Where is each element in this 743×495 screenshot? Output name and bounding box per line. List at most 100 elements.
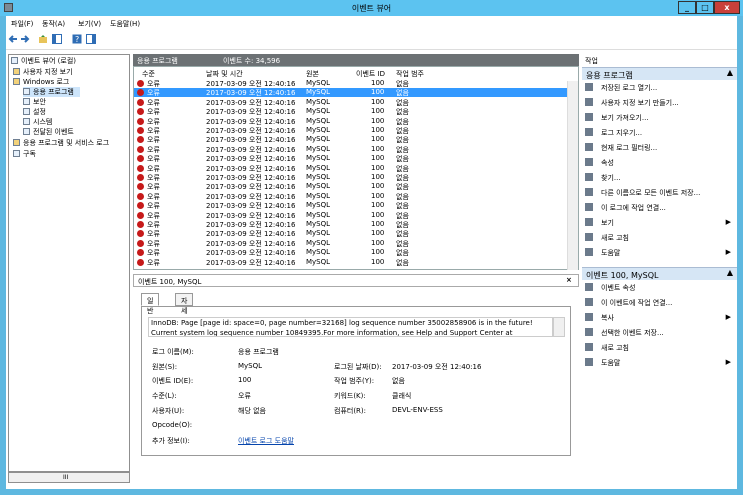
action-item[interactable]: 로그 지우기...	[585, 128, 735, 140]
close-button[interactable]: x	[714, 1, 740, 14]
collapse-icon[interactable]: ▲	[727, 68, 733, 77]
table-row[interactable]: 오류 2017-03-09 오전 12:40:16 MySQL 100 없음	[134, 135, 568, 144]
detail-title: 이벤트 100, MySQL	[138, 278, 202, 286]
actions-pane: 작업 응용 프로그램 ▲ 저장된 로그 열기... 사용자 지정 보기 만들기...…	[582, 54, 737, 489]
column-date[interactable]: 날짜 및 시간	[206, 69, 243, 79]
cell: 100	[371, 257, 385, 266]
forward-icon[interactable]	[20, 34, 30, 44]
table-row[interactable]: 오류 2017-03-09 오전 12:40:16 MySQL 100 없음	[134, 126, 568, 135]
table-row[interactable]: 오류 2017-03-09 오전 12:40:16 MySQL 100 없음	[134, 220, 568, 229]
tree-horizontal-scrollbar[interactable]: III	[8, 472, 130, 483]
table-row[interactable]: 오류 2017-03-09 오전 12:40:16 MySQL 100 없음	[134, 79, 568, 88]
tree-label: 설정	[33, 108, 46, 116]
action-item[interactable]: 찾기...	[585, 173, 735, 185]
table-row[interactable]: 오류 2017-03-09 오전 12:40:16 MySQL 100 없음	[134, 154, 568, 163]
tab-details[interactable]: 자세히	[175, 293, 194, 325]
tree-item-security[interactable]: 보안	[23, 97, 46, 107]
table-row[interactable]: 오류 2017-03-09 오전 12:40:16 MySQL 100 없음	[134, 145, 568, 154]
actions-section-application[interactable]: 응용 프로그램 ▲	[582, 67, 737, 80]
table-row[interactable]: 오류 2017-03-09 오전 12:40:16 MySQL 100 없음	[134, 164, 568, 173]
submenu-arrow-icon: ▶	[725, 248, 731, 256]
action-item[interactable]: 보기 가져오기...	[585, 113, 735, 125]
action-icon	[585, 328, 593, 336]
detail-panel: InnoDB: Page [page id: space=0, page num…	[141, 306, 571, 456]
submenu-arrow-icon: ▶	[725, 358, 731, 366]
tree-item-event-viewer[interactable]: 이벤트 뷰어 (로컬)	[11, 56, 76, 66]
maximize-button[interactable]: □	[696, 1, 714, 14]
table-row[interactable]: 오류 2017-03-09 오전 12:40:16 MySQL 100 없음	[134, 182, 568, 191]
table-row[interactable]: 오류 2017-03-09 오전 12:40:16 MySQL 100 없음	[134, 88, 568, 98]
menu-help[interactable]: 도움말(H)	[110, 19, 140, 29]
action-item[interactable]: 선택한 이벤트 저장...	[585, 328, 735, 340]
section-label: 응용 프로그램	[586, 71, 633, 80]
table-row[interactable]: 오류 2017-03-09 오전 12:40:16 MySQL 100 없음	[134, 98, 568, 107]
action-label: 다른 이름으로 모든 이벤트 저장...	[601, 189, 701, 197]
tree-item-subscriptions[interactable]: 구독	[13, 149, 36, 159]
show-hide-tree-icon[interactable]	[52, 34, 62, 44]
tree-item-windows-logs[interactable]: Windows 로그	[13, 77, 69, 87]
column-level[interactable]: 수준	[142, 69, 155, 79]
folder-up-icon[interactable]	[38, 34, 48, 44]
action-item[interactable]: 도움말 ▶	[585, 248, 735, 260]
table-row[interactable]: 오류 2017-03-09 오전 12:40:16 MySQL 100 없음	[134, 117, 568, 126]
event-description[interactable]: InnoDB: Page [page id: space=0, page num…	[148, 317, 553, 337]
cell: MySQL	[306, 229, 331, 238]
table-row[interactable]: 오류 2017-03-09 오전 12:40:16 MySQL 100 없음	[134, 173, 568, 182]
cell: MySQL	[306, 126, 331, 134]
error-icon	[137, 202, 144, 210]
error-icon	[137, 249, 144, 257]
table-row[interactable]: 오류 2017-03-09 오전 12:40:16 MySQL 100 없음	[134, 201, 568, 210]
action-item[interactable]: 복사 ▶	[585, 313, 735, 325]
action-item[interactable]: 보기 ▶	[585, 218, 735, 230]
table-row[interactable]: 오류 2017-03-09 오전 12:40:16 MySQL 100 없음	[134, 107, 568, 116]
tree-item-app-service-logs[interactable]: 응용 프로그램 및 서비스 로그	[13, 138, 109, 148]
table-row[interactable]: 오류 2017-03-09 오전 12:40:16 MySQL 100 없음	[134, 229, 568, 238]
tree-item-application[interactable]: 응용 프로그램	[23, 87, 80, 97]
event-log-help-link[interactable]: 이벤트 로그 도움말	[238, 436, 294, 446]
column-event-id[interactable]: 이벤트 ID	[356, 69, 385, 79]
action-item[interactable]: 저장된 로그 열기...	[585, 83, 735, 95]
tree-item-system[interactable]: 시스템	[23, 117, 52, 127]
table-row[interactable]: 오류 2017-03-09 오전 12:40:16 MySQL 100 없음	[134, 258, 568, 267]
action-item[interactable]: 속성	[585, 158, 735, 170]
actions-section-event[interactable]: 이벤트 100, MySQL ▲	[582, 267, 737, 280]
action-item[interactable]: 새로 고침	[585, 233, 735, 245]
table-row[interactable]: 오류 2017-03-09 오전 12:40:16 MySQL 100 없음	[134, 248, 568, 257]
table-row[interactable]: 오류 2017-03-09 오전 12:40:16 MySQL 100 없음	[134, 211, 568, 220]
error-icon	[137, 174, 144, 181]
tab-general[interactable]: 일반	[141, 293, 160, 315]
tree-item-custom-views[interactable]: 사용자 지정 보기	[13, 67, 73, 77]
action-item[interactable]: 현재 로그 필터링...	[585, 143, 735, 155]
action-item[interactable]: 이 로그에 작업 연결...	[585, 203, 735, 215]
tree-item-forwarded[interactable]: 전달된 이벤트	[23, 127, 74, 137]
cell: 100	[371, 201, 385, 210]
action-icon	[585, 98, 593, 106]
action-item[interactable]: 도움말 ▶	[585, 358, 735, 370]
column-source[interactable]: 원본	[306, 69, 319, 79]
menu-view[interactable]: 보기(V)	[78, 19, 101, 29]
action-item[interactable]: 이 이벤트에 작업 연결...	[585, 298, 735, 310]
action-item[interactable]: 이벤트 속성	[585, 283, 735, 295]
back-icon[interactable]	[8, 34, 18, 44]
cell: MySQL	[306, 210, 331, 219]
description-scrollbar[interactable]	[553, 317, 565, 337]
help-icon[interactable]: ?	[72, 34, 82, 44]
collapse-icon[interactable]: ▲	[727, 268, 733, 277]
action-item[interactable]: 새로 고침	[585, 343, 735, 355]
table-row[interactable]: 오류 2017-03-09 오전 12:40:16 MySQL 100 없음	[134, 239, 568, 248]
tree-item-setup[interactable]: 설정	[23, 107, 46, 117]
menu-action[interactable]: 동작(A)	[42, 19, 65, 29]
label-category: 작업 범주(Y):	[334, 377, 375, 385]
menu-file[interactable]: 파일(F)	[11, 19, 33, 29]
close-detail-icon[interactable]: ×	[566, 276, 572, 284]
log-icon	[23, 108, 30, 115]
table-row[interactable]: 오류 2017-03-09 오전 12:40:16 MySQL 100 없음	[134, 192, 568, 201]
show-hide-actions-icon[interactable]	[86, 34, 96, 44]
label-log-name: 로그 이름(M):	[152, 348, 194, 356]
action-item[interactable]: 사용자 지정 보기 만들기...	[585, 98, 735, 110]
list-scrollbar[interactable]	[567, 81, 578, 270]
toolbar: ?	[6, 30, 737, 50]
minimize-button[interactable]: _	[678, 1, 696, 14]
column-category[interactable]: 작업 범주	[396, 69, 424, 79]
action-item[interactable]: 다른 이름으로 모든 이벤트 저장...	[585, 188, 735, 200]
